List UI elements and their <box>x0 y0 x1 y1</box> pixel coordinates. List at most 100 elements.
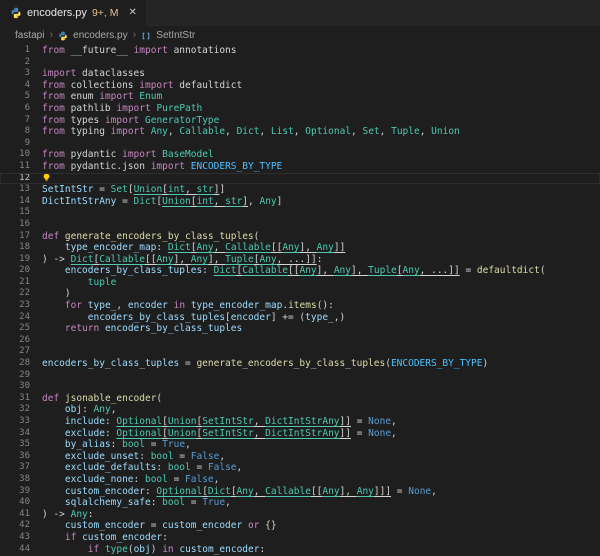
code-line[interactable]: 36 exclude_unset: bool = False, <box>0 451 600 463</box>
code-line[interactable]: 7from types import GeneratorType <box>0 115 600 127</box>
code-line[interactable]: 16 <box>0 219 600 231</box>
code-line[interactable]: 5from enum import Enum <box>0 91 600 103</box>
breadcrumb-item-file[interactable]: encoders.py <box>73 30 127 41</box>
line-number[interactable]: 37 <box>0 462 30 474</box>
code-line[interactable]: 6from pathlib import PurePath <box>0 103 600 115</box>
line-number[interactable]: 28 <box>0 358 30 370</box>
line-number[interactable]: 12 <box>0 173 30 185</box>
line-number[interactable]: 14 <box>0 196 30 208</box>
line-number[interactable]: 21 <box>0 277 30 289</box>
editor[interactable]: 1from __future__ import annotations23imp… <box>0 45 600 555</box>
code-line[interactable]: 42 custom_encoder = custom_encoder or {} <box>0 520 600 532</box>
code-line[interactable]: 15 <box>0 207 600 219</box>
code-text: exclude_unset: bool = False, <box>30 451 225 463</box>
line-number[interactable]: 7 <box>0 115 30 127</box>
code-line[interactable]: 21 tuple <box>0 277 600 289</box>
code-line[interactable]: 25 return encoders_by_class_tuples <box>0 323 600 335</box>
line-number[interactable]: 13 <box>0 184 30 196</box>
line-number[interactable]: 19 <box>0 254 30 266</box>
close-icon[interactable]: ✕ <box>129 8 137 18</box>
line-number[interactable]: 43 <box>0 532 30 544</box>
code-line[interactable]: 12 <box>0 173 600 185</box>
line-number[interactable]: 38 <box>0 474 30 486</box>
code-line[interactable]: 24 encoders_by_class_tuples[encoder] += … <box>0 312 600 324</box>
code-line[interactable]: 23 for type_, encoder in type_encoder_ma… <box>0 300 600 312</box>
code-line[interactable]: 44 if type(obj) in custom_encoder: <box>0 544 600 556</box>
code-line[interactable]: 19) -> Dict[Callable[[Any], Any], Tuple[… <box>0 254 600 266</box>
code-line[interactable]: 13SetIntStr = Set[Union[int, str]] <box>0 184 600 196</box>
line-number[interactable]: 16 <box>0 219 30 231</box>
line-number[interactable]: 4 <box>0 80 30 92</box>
line-number[interactable]: 40 <box>0 497 30 509</box>
code-line[interactable]: 37 exclude_defaults: bool = False, <box>0 462 600 474</box>
line-number[interactable]: 17 <box>0 231 30 243</box>
line-number[interactable]: 32 <box>0 404 30 416</box>
code-line[interactable]: 22 ) <box>0 288 600 300</box>
line-number[interactable]: 35 <box>0 439 30 451</box>
line-number[interactable]: 8 <box>0 126 30 138</box>
code-line[interactable]: 35 by_alias: bool = True, <box>0 439 600 451</box>
line-number[interactable]: 2 <box>0 57 30 69</box>
code-line[interactable]: 14DictIntStrAny = Dict[Union[int, str], … <box>0 196 600 208</box>
breadcrumb-item-folder[interactable]: fastapi <box>15 30 44 41</box>
line-number[interactable]: 30 <box>0 381 30 393</box>
line-number[interactable]: 42 <box>0 520 30 532</box>
line-number[interactable]: 25 <box>0 323 30 335</box>
line-number[interactable]: 1 <box>0 45 30 57</box>
line-number[interactable]: 34 <box>0 428 30 440</box>
code-line[interactable]: 27 <box>0 346 600 358</box>
code-line[interactable]: 39 custom_encoder: Optional[Dict[Any, Ca… <box>0 486 600 498</box>
breadcrumb-item-symbol[interactable]: SetIntStr <box>156 30 195 41</box>
code-text: ) -> Dict[Callable[[Any], Any], Tuple[An… <box>30 254 322 266</box>
code-line[interactable]: 41) -> Any: <box>0 509 600 521</box>
line-number[interactable]: 15 <box>0 207 30 219</box>
code-line[interactable]: 3import dataclasses <box>0 68 600 80</box>
code-line[interactable]: 1from __future__ import annotations <box>0 45 600 57</box>
line-number[interactable]: 27 <box>0 346 30 358</box>
code-text: for type_, encoder in type_encoder_map.i… <box>30 300 334 312</box>
line-number[interactable]: 20 <box>0 265 30 277</box>
line-number[interactable]: 33 <box>0 416 30 428</box>
tab-encoders-py[interactable]: encoders.py 9+, M ✕ <box>0 0 146 26</box>
code-line[interactable]: 43 if custom_encoder: <box>0 532 600 544</box>
line-number[interactable]: 5 <box>0 91 30 103</box>
code-line[interactable]: 8from typing import Any, Callable, Dict,… <box>0 126 600 138</box>
line-number[interactable]: 18 <box>0 242 30 254</box>
code-line[interactable]: 17def generate_encoders_by_class_tuples( <box>0 231 600 243</box>
code-line[interactable]: 4from collections import defaultdict <box>0 80 600 92</box>
code-line[interactable]: 2 <box>0 57 600 69</box>
code-line[interactable]: 31def jsonable_encoder( <box>0 393 600 405</box>
line-number[interactable]: 24 <box>0 312 30 324</box>
code-text: custom_encoder: Optional[Dict[Any, Calla… <box>30 486 437 498</box>
line-number[interactable]: 22 <box>0 288 30 300</box>
line-number[interactable]: 31 <box>0 393 30 405</box>
line-number[interactable]: 29 <box>0 370 30 382</box>
line-number[interactable]: 23 <box>0 300 30 312</box>
code-line[interactable]: 18 type_encoder_map: Dict[Any, Callable[… <box>0 242 600 254</box>
code-line[interactable]: 26 <box>0 335 600 347</box>
code-line[interactable]: 11from pydantic.json import ENCODERS_BY_… <box>0 161 600 173</box>
code-line[interactable]: 34 exclude: Optional[Union[SetIntStr, Di… <box>0 428 600 440</box>
code-line[interactable]: 38 exclude_none: bool = False, <box>0 474 600 486</box>
code-text: tuple <box>30 277 116 289</box>
code-line[interactable]: 28encoders_by_class_tuples = generate_en… <box>0 358 600 370</box>
code-text: ) -> Any: <box>30 509 94 521</box>
code-line[interactable]: 33 include: Optional[Union[SetIntStr, Di… <box>0 416 600 428</box>
line-number[interactable]: 26 <box>0 335 30 347</box>
code-line[interactable]: 20 encoders_by_class_tuples: Dict[Callab… <box>0 265 600 277</box>
code-line[interactable]: 32 obj: Any, <box>0 404 600 416</box>
code-line[interactable]: 10from pydantic import BaseModel <box>0 149 600 161</box>
line-number[interactable]: 41 <box>0 509 30 521</box>
line-number[interactable]: 39 <box>0 486 30 498</box>
code-line[interactable]: 29 <box>0 370 600 382</box>
line-number[interactable]: 44 <box>0 544 30 556</box>
line-number[interactable]: 36 <box>0 451 30 463</box>
code-line[interactable]: 40 sqlalchemy_safe: bool = True, <box>0 497 600 509</box>
line-number[interactable]: 6 <box>0 103 30 115</box>
line-number[interactable]: 11 <box>0 161 30 173</box>
line-number[interactable]: 3 <box>0 68 30 80</box>
line-number[interactable]: 10 <box>0 149 30 161</box>
code-line[interactable]: 9 <box>0 138 600 150</box>
code-line[interactable]: 30 <box>0 381 600 393</box>
line-number[interactable]: 9 <box>0 138 30 150</box>
